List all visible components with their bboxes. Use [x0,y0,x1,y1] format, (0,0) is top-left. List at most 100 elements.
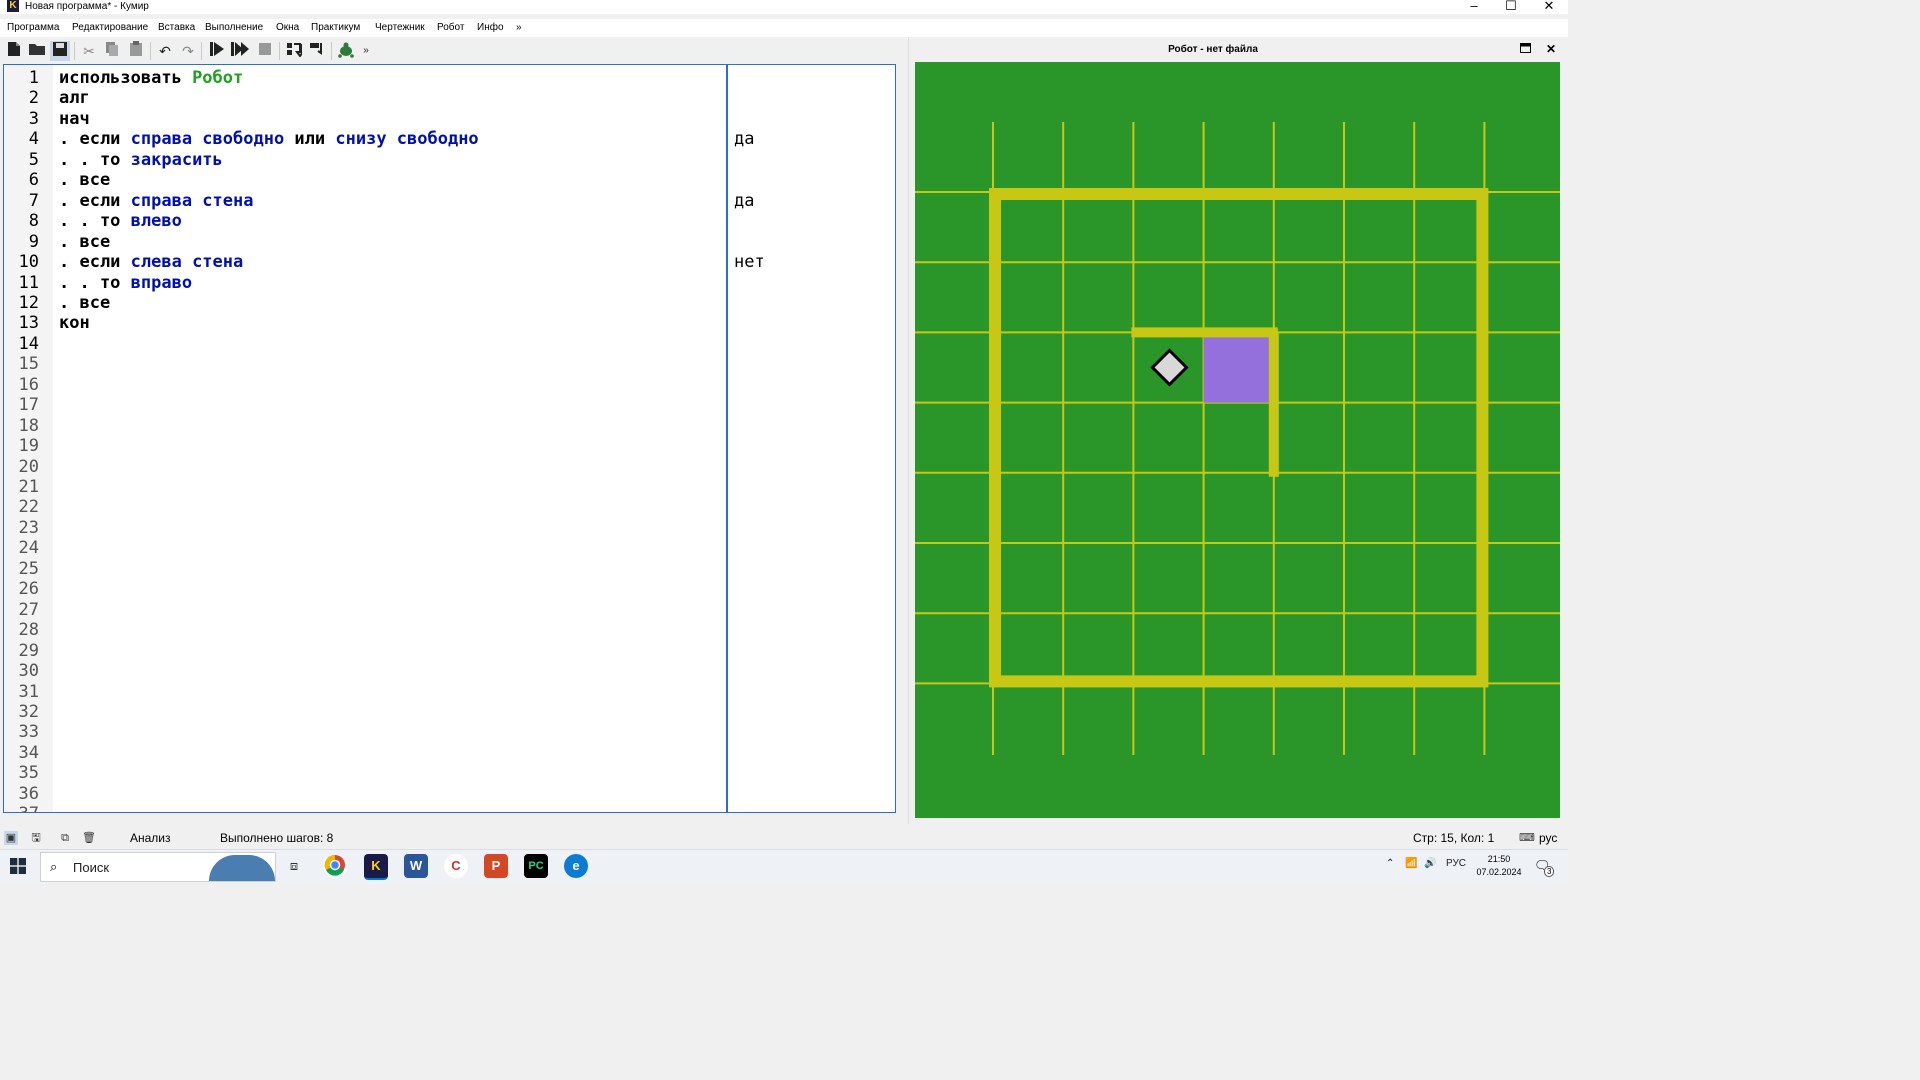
line-number: 26 [18,579,39,600]
field-background [915,62,1560,818]
line-number: 14 [18,333,39,354]
code-line[interactable]: . если справа стена [59,191,253,211]
maximize-button[interactable]: ☐ [1493,0,1529,14]
step-out-icon[interactable] [307,41,327,61]
network-icon[interactable]: 📶 [1405,858,1417,869]
menu-run[interactable]: Выполнение [205,21,263,35]
menu-insert[interactable]: Вставка [158,21,195,35]
code-editor[interactable]: 1 2 3 4 5 6 7 8 9 10 11 12 13 14 15 16 17 18 19 20 21 22 23 24 2… [3,64,896,813]
powerpoint-icon[interactable]: P [484,854,508,878]
windows-start-icon[interactable] [10,858,28,876]
tray-overflow-icon[interactable]: ⌃ [1386,858,1394,869]
code-line[interactable]: нач [59,109,90,129]
title-bar: K Новая программа* - Кумир – ☐ ✕ [0,0,1568,14]
clock[interactable]: 21:50 07.02.2024 [1476,853,1522,879]
close-button[interactable]: ✕ [1531,0,1567,14]
menu-drawer[interactable]: Чертежник [375,21,425,35]
console-icon[interactable]: ▣ [4,831,18,845]
code-line[interactable]: . если справа свободно или снизу свободн… [59,129,479,149]
menu-windows[interactable]: Окна [276,21,299,35]
minimize-button[interactable]: – [1456,0,1492,14]
volume-icon[interactable]: 🔊 [1424,858,1436,869]
pycharm-icon[interactable]: PC [524,854,548,878]
taskbar: ⌕ Поиск ⧈ K W C P PC e ⌃ 📶 🔊 РУС 21:50 0… [0,849,1568,883]
command-token: справа стена [130,190,254,211]
menu-edit[interactable]: Редактирование [72,21,148,35]
redo-icon[interactable]: ↷ [178,41,198,61]
line-number: 15 [18,354,39,375]
line-number: 3 [28,108,39,129]
robot-field[interactable] [915,62,1560,818]
code-line[interactable]: . . то влево [59,211,182,231]
code-line[interactable]: . . то вправо [59,273,192,293]
steps-counter: Выполнено шагов: 8 [220,831,334,845]
kumir-taskbar-icon[interactable]: K [364,854,388,880]
input-language[interactable]: рус [1539,831,1557,845]
stop-icon[interactable] [255,41,275,61]
line-number: 5 [28,149,39,170]
task-view-icon[interactable]: ⧈ [282,854,306,878]
keyword-token: использовать [59,68,193,88]
run-icon[interactable] [207,41,227,61]
search-icon: ⌕ [50,859,58,874]
analysis-label: Анализ [130,831,171,845]
toolbar-separator [331,42,332,60]
toolbar: ✂ ↶ ↷ » [0,38,905,64]
robot-panel-title: Робот - нет файла [1168,44,1258,55]
menu-program[interactable]: Программа [7,21,59,35]
toolbar-more-button[interactable]: » [356,41,376,61]
code-line[interactable]: . все [59,293,110,313]
save-console-icon[interactable]: 🖫 [29,831,43,845]
line-number: 32 [18,701,39,722]
clear-console-icon[interactable]: 🗑 [82,831,96,845]
run-step-icon[interactable] [230,41,250,61]
edge-icon[interactable]: e [564,854,588,878]
line-number: 10 [18,252,39,273]
code-line[interactable]: . все [59,170,110,190]
panel-close-icon[interactable]: ✕ [1546,42,1556,56]
command-token: вправо [130,272,193,293]
code-line[interactable]: алг [59,88,90,108]
toolbar-separator [74,42,75,60]
copy-console-icon[interactable]: ⧉ [58,831,72,845]
code-line[interactable]: . если слева стена [59,252,243,272]
turtle-icon[interactable] [336,41,356,61]
code-line[interactable]: кон [59,313,90,333]
undo-icon[interactable]: ↶ [155,41,175,61]
toolbar-separator [279,42,280,60]
command-token: влево [130,211,182,232]
app-c-icon[interactable]: C [444,854,468,878]
menu-practicum[interactable]: Практикум [311,21,360,35]
line-number-gutter: 1 2 3 4 5 6 7 8 9 10 11 12 13 14 15 16 17 18 19 20 21 22 23 24 2… [4,65,53,812]
command-token: слева стена [130,252,244,273]
copy-icon[interactable] [102,41,122,61]
chrome-icon[interactable] [323,854,347,878]
paste-icon[interactable] [126,41,146,61]
cut-icon[interactable]: ✂ [79,41,99,61]
new-file-icon[interactable] [4,41,24,61]
toolbar-separator [150,42,151,60]
undock-icon[interactable] [1520,42,1531,56]
language-indicator[interactable]: РУС [1446,858,1466,869]
taskbar-search[interactable]: ⌕ Поиск [40,852,276,882]
menu-robot[interactable]: Робот [437,21,464,35]
line-number: 18 [18,415,39,436]
line-number: 11 [18,272,39,293]
keyword-token: . если [59,252,131,273]
toolbar-separator [201,42,202,60]
save-icon[interactable] [50,41,70,61]
line-number: 34 [18,742,39,763]
step-in-icon[interactable] [284,41,305,61]
line-number: 33 [18,722,39,743]
menu-info[interactable]: Инфо [477,21,504,35]
line-number: 1 [28,68,39,88]
menu-more[interactable]: » [516,21,522,35]
code-line[interactable]: . . то закрасить [59,150,223,170]
line-number: 36 [18,783,39,804]
word-icon[interactable]: W [404,854,428,878]
line-number: 37 [4,804,39,812]
code-line[interactable]: использовать Робот [59,68,243,88]
open-folder-icon[interactable] [27,41,47,61]
code-line[interactable]: . все [59,232,110,252]
line-number: 23 [18,517,39,538]
